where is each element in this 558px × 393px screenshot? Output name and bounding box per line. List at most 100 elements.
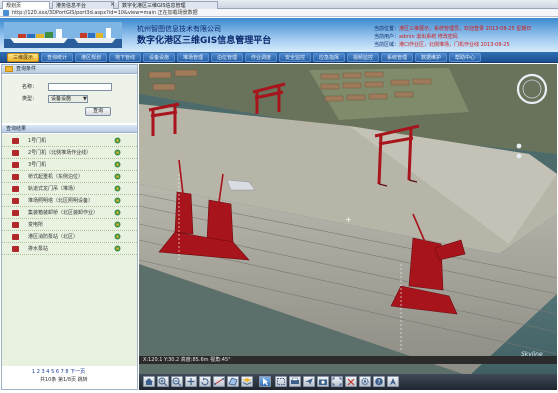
menu-item-planning[interactable]: 港区规划 <box>75 53 107 62</box>
result-item[interactable]: 轨道式龙门吊（堆场） <box>2 183 137 195</box>
select-icon[interactable] <box>275 376 287 387</box>
locate-icon[interactable] <box>114 149 121 156</box>
menu-item-dispatch[interactable]: 作业调度 <box>245 53 277 62</box>
screenshot-icon[interactable] <box>317 376 329 387</box>
result-label: 港区消防泵站（北区） <box>28 234 79 240</box>
locate-icon[interactable] <box>114 233 121 240</box>
locate-icon[interactable] <box>114 185 121 192</box>
header-info-user: 当前用户：admin 退出系统 修改密码 <box>374 34 458 41</box>
query-panel-title: 查询条件 <box>16 66 37 72</box>
facility-icon <box>12 198 19 204</box>
name-input[interactable] <box>48 83 112 91</box>
cursor-icon[interactable] <box>259 376 271 387</box>
home-icon[interactable] <box>143 376 155 387</box>
info-label: 当前位置： <box>374 26 400 32</box>
menu-item-pipelines[interactable]: 地下管线 <box>109 53 141 62</box>
name-label: 名称： <box>22 84 38 90</box>
facility-icon <box>12 150 19 156</box>
system-title: 数字化港区三维GIS信息管理平台 <box>137 36 272 46</box>
fly-icon[interactable] <box>303 376 315 387</box>
menu-item-data[interactable]: 数据维护 <box>415 53 447 62</box>
info-value: 港口作业区，北侧堆场，门机作业线 2013-08-25 <box>399 42 510 48</box>
facility-icon <box>12 222 19 228</box>
menu-item-video[interactable]: 视频监控 <box>347 53 379 62</box>
page-links[interactable]: 1 2 3 4 5 6 7 8 下一页 <box>32 369 85 375</box>
facility-icon <box>12 174 19 180</box>
result-item[interactable]: 变电所 <box>2 219 137 231</box>
svg-text:?: ? <box>377 379 380 386</box>
query-button[interactable]: 查询 <box>85 107 111 116</box>
locate-icon[interactable] <box>114 221 121 228</box>
result-label: 堆场照明塔（北区照明设备） <box>28 198 94 204</box>
address-text[interactable]: http://120.xxx/3DPortGIS/port3d.aspx?id=… <box>12 9 198 17</box>
locate-icon[interactable] <box>114 245 121 252</box>
browser-tab-3[interactable]: 数字化港区三维GIS信息管理 <box>118 1 218 9</box>
result-item[interactable]: 桥式起重机（东侧泊位） <box>2 171 137 183</box>
measure-area-icon[interactable] <box>227 376 239 387</box>
cargo-ship-logo <box>4 22 122 48</box>
print-icon[interactable] <box>289 376 301 387</box>
info-value[interactable]: admin 退出系统 修改密码 <box>399 34 458 40</box>
tab-close-icon[interactable]: × <box>110 0 115 9</box>
info-label: 当前用户： <box>374 34 400 40</box>
measure-distance-icon[interactable] <box>213 376 225 387</box>
locate-icon[interactable] <box>114 197 121 204</box>
pan-icon[interactable] <box>185 376 197 387</box>
page-summary: 共10条 第1/8页 跳转 <box>40 377 88 383</box>
type-label: 类型： <box>22 96 38 102</box>
result-item[interactable]: 堆场照明塔（北区照明设备） <box>2 195 137 207</box>
menu-item-berth[interactable]: 泊位管理 <box>211 53 243 62</box>
facility-icon <box>12 138 19 144</box>
result-item[interactable]: 2号门机（北侧堆场作业线） <box>2 147 137 159</box>
menu-item-help[interactable]: 帮助中心 <box>449 53 481 62</box>
result-item[interactable]: 港区消防泵站（北区） <box>2 231 137 243</box>
result-item[interactable]: 1号门机 <box>2 135 137 147</box>
type-select[interactable]: 设备设施 <box>48 95 88 103</box>
clear-icon[interactable] <box>345 376 357 387</box>
3d-scene-viewport[interactable]: + Skyline <box>139 64 557 376</box>
result-label: 1号门机 <box>28 138 47 144</box>
result-label: 集装箱装卸桥（北区装卸作业） <box>28 210 99 216</box>
zoom-in-icon[interactable] <box>157 376 169 387</box>
zoom-out-icon[interactable] <box>171 376 183 387</box>
help-icon[interactable]: ? <box>373 376 385 387</box>
result-item[interactable]: 排水泵站 <box>2 243 137 255</box>
fullscreen-icon[interactable] <box>331 376 343 387</box>
result-label: 排水泵站 <box>28 246 49 252</box>
menu-item-yard[interactable]: 堆场管理 <box>177 53 209 62</box>
menu-item-3d-view[interactable]: 三维展示 <box>7 53 39 62</box>
chevron-down-icon[interactable]: ▼ <box>83 96 87 102</box>
info-value: 港区三维展示，系统管理员，欢迎登录 2013-08-25 星期日 <box>399 26 532 32</box>
info-label: 当前区域： <box>374 42 400 48</box>
facility-icon <box>12 186 19 192</box>
settings-icon[interactable] <box>359 376 371 387</box>
rotate-icon[interactable] <box>199 376 211 387</box>
result-item[interactable]: 3号门机 <box>2 159 137 171</box>
result-item[interactable]: 集装箱装卸桥（北区装卸作业） <box>2 207 137 219</box>
menu-item-query[interactable]: 查询统计 <box>41 53 73 62</box>
result-label: 3号门机 <box>28 162 47 168</box>
scene-status-bar: X:120.1 Y:30.2 高度:85.6m 视角:45° <box>139 356 557 364</box>
menu-item-facilities[interactable]: 设备设施 <box>143 53 175 62</box>
layer-icon[interactable] <box>241 376 253 387</box>
locate-icon[interactable] <box>114 173 121 180</box>
locate-icon[interactable] <box>114 161 121 168</box>
page-icon <box>3 10 9 16</box>
menu-item-safety[interactable]: 安全监控 <box>279 53 311 62</box>
menu-item-emergency[interactable]: 应急指挥 <box>313 53 345 62</box>
facility-icon <box>12 246 19 252</box>
locate-icon[interactable] <box>114 209 121 216</box>
crosshair-icon: + <box>345 215 352 224</box>
browser-tab-1[interactable]: 规划页 <box>2 1 50 9</box>
browser-tab-2[interactable]: 港务信息平台 <box>52 1 114 9</box>
north-icon[interactable] <box>387 376 399 387</box>
menu-item-system[interactable]: 系统管理 <box>381 53 413 62</box>
header-info-location: 当前位置：港区三维展示，系统管理员，欢迎登录 2013-08-25 星期日 <box>374 26 531 33</box>
result-title: 查询结果 <box>6 126 27 132</box>
result-label: 变电所 <box>28 222 44 228</box>
result-label: 轨道式龙门吊（堆场） <box>28 186 79 192</box>
locate-icon[interactable] <box>114 137 121 144</box>
header-info-area: 当前区域：港口作业区，北侧堆场，门机作业线 2013-08-25 <box>374 42 510 49</box>
result-label: 2号门机（北侧堆场作业线） <box>28 150 92 156</box>
folder-icon <box>5 66 13 72</box>
